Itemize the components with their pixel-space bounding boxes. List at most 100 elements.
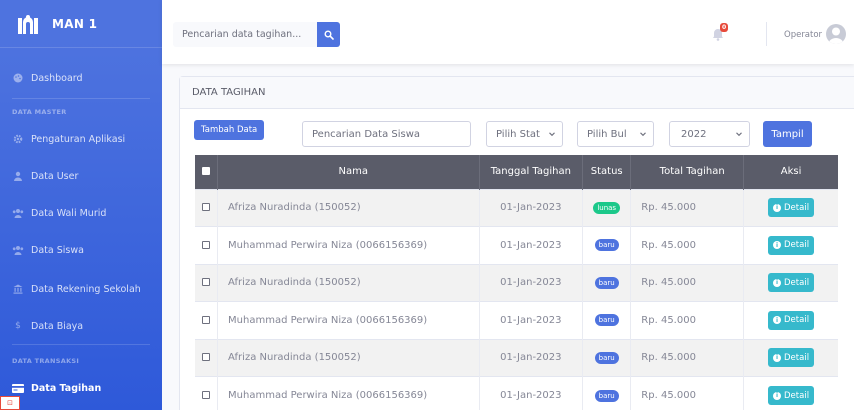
tagihan-card: DATA TAGIHAN Tambah Data Pencarian Data …: [179, 76, 854, 410]
chevron-down-icon: [736, 132, 742, 137]
table-row: Muhammad Perwira Niza (0066156369) 01-Jan…: [195, 301, 838, 339]
row-checkbox[interactable]: [202, 278, 211, 287]
user-icon: [12, 170, 24, 182]
status-badge: baru: [594, 276, 619, 289]
row-checkbox[interactable]: [202, 353, 211, 362]
month-select-value: Pilih Bul: [587, 128, 627, 140]
users-icon: [12, 244, 24, 256]
sidebar-item-walimurid[interactable]: Data Wali Murid: [0, 203, 162, 223]
month-select[interactable]: Pilih Bul: [577, 121, 654, 147]
header-total: Total Tagihan: [630, 155, 745, 189]
row-tanggal: 01-Jan-2023: [479, 376, 584, 410]
sidebar-item-label: Pengaturan Aplikasi: [31, 133, 126, 145]
row-nama: Afriza Nuradinda (150052): [217, 188, 480, 227]
year-select-value: 2022: [681, 128, 707, 140]
row-select-cell[interactable]: [195, 338, 219, 377]
detail-button[interactable]: i Detail: [768, 273, 815, 293]
sidebar-item-label: Data User: [31, 170, 79, 182]
table-row: Afriza Nuradinda (150052) 01-Jan-2023 baru…: [195, 338, 838, 377]
row-nama: Muhammad Perwira Niza (0066156369): [217, 226, 480, 264]
row-aksi-cell: i Detail: [743, 301, 838, 339]
row-select-cell[interactable]: [195, 226, 219, 264]
row-select-cell[interactable]: [195, 263, 219, 302]
header-status: Status: [582, 155, 632, 189]
sidebar-item-user[interactable]: Data User: [0, 166, 162, 186]
detail-label: Detail: [784, 315, 810, 326]
info-icon: i: [773, 353, 782, 362]
sidebar: MAN 1 Dashboard DATA MASTER Pengaturan A…: [0, 0, 162, 410]
bank-icon: [12, 283, 24, 295]
table-row: Muhammad Perwira Niza (0066156369) 01-Jan…: [195, 376, 838, 410]
status-select-value: Pilih Stat: [496, 128, 540, 140]
detail-button[interactable]: i Detail: [768, 386, 815, 405]
year-select[interactable]: 2022: [669, 121, 750, 147]
row-tanggal: 01-Jan-2023: [479, 338, 584, 377]
row-select-cell[interactable]: [195, 376, 219, 410]
row-total: Rp. 45.000: [630, 338, 745, 377]
sidebar-brand[interactable]: MAN 1: [0, 0, 162, 48]
show-button[interactable]: Tampil: [763, 121, 812, 147]
user-avatar-icon: [828, 27, 844, 44]
detail-label: Detail: [784, 352, 810, 363]
row-nama: Afriza Nuradinda (150052): [217, 263, 480, 302]
table-row: Afriza Nuradinda (150052) 01-Jan-2023 baru…: [195, 263, 838, 302]
row-total: Rp. 45.000: [630, 301, 745, 339]
detail-label: Detail: [784, 390, 810, 401]
row-tanggal: 01-Jan-2023: [479, 188, 584, 227]
row-checkbox[interactable]: [202, 203, 211, 212]
row-total: Rp. 45.000: [630, 376, 745, 410]
topbar-search: [173, 22, 340, 47]
sidebar-heading-master: DATA MASTER: [12, 108, 67, 116]
header-tanggal: Tanggal Tagihan: [479, 155, 584, 189]
select-all-checkbox[interactable]: [202, 167, 211, 176]
table-body: Afriza Nuradinda (150052) 01-Jan-2023 luna…: [195, 188, 838, 410]
search-icon: [324, 30, 334, 40]
status-select[interactable]: Pilih Stat: [486, 121, 563, 147]
add-data-button[interactable]: Tambah Data: [194, 120, 265, 140]
user-name[interactable]: Operator: [784, 30, 822, 40]
sidebar-divider: [12, 98, 150, 99]
detail-button[interactable]: i Detail: [768, 198, 815, 218]
search-button[interactable]: [317, 22, 340, 47]
detail-label: Detail: [784, 240, 810, 251]
student-search-input[interactable]: Pencarian Data Siswa: [302, 121, 471, 147]
palette-icon: [12, 72, 24, 84]
card-header: DATA TAGIHAN: [180, 77, 854, 109]
row-total: Rp. 45.000: [630, 188, 745, 227]
row-checkbox[interactable]: [202, 315, 211, 324]
card-title: DATA TAGIHAN: [192, 87, 266, 98]
row-tanggal: 01-Jan-2023: [479, 263, 584, 302]
row-aksi-cell: i Detail: [743, 188, 838, 227]
avatar[interactable]: [826, 24, 846, 44]
sidebar-item-pengaturan[interactable]: Pengaturan Aplikasi: [0, 129, 162, 149]
row-status-cell: baru: [582, 376, 632, 410]
users-icon: [12, 207, 24, 219]
row-select-cell[interactable]: [195, 301, 219, 339]
sidebar-item-biaya[interactable]: $ Data Biaya: [0, 316, 162, 336]
table-header-row: Nama Tanggal Tagihan Status Total Tagiha…: [195, 155, 838, 189]
row-select-cell[interactable]: [195, 188, 219, 227]
detail-label: Detail: [784, 277, 810, 288]
app-tray-icon[interactable]: ⊡: [0, 396, 20, 410]
search-input[interactable]: [173, 22, 317, 47]
sidebar-item-label: Data Biaya: [31, 320, 84, 332]
sidebar-item-rekening[interactable]: Data Rekening Sekolah: [0, 279, 162, 299]
row-checkbox[interactable]: [202, 240, 211, 249]
detail-button[interactable]: i Detail: [768, 310, 815, 330]
detail-button[interactable]: i Detail: [768, 235, 815, 255]
row-total: Rp. 45.000: [630, 263, 745, 302]
header-select-all[interactable]: [195, 155, 219, 189]
sidebar-item-dashboard[interactable]: Dashboard: [0, 68, 162, 88]
sidebar-item-label: Dashboard: [31, 72, 83, 84]
header-aksi: Aksi: [743, 155, 838, 189]
row-status-cell: baru: [582, 301, 632, 339]
sidebar-heading-transaksi: DATA TRANSAKSI: [12, 357, 80, 365]
sidebar-item-tagihan[interactable]: Data Tagihan: [0, 378, 162, 398]
sidebar-item-siswa[interactable]: Data Siswa: [0, 240, 162, 260]
info-icon: i: [773, 278, 782, 287]
row-status-cell: baru: [582, 263, 632, 302]
row-checkbox[interactable]: [202, 391, 211, 399]
detail-button[interactable]: i Detail: [768, 348, 815, 368]
row-aksi-cell: i Detail: [743, 226, 838, 264]
notifications-button[interactable]: 0: [712, 23, 729, 42]
